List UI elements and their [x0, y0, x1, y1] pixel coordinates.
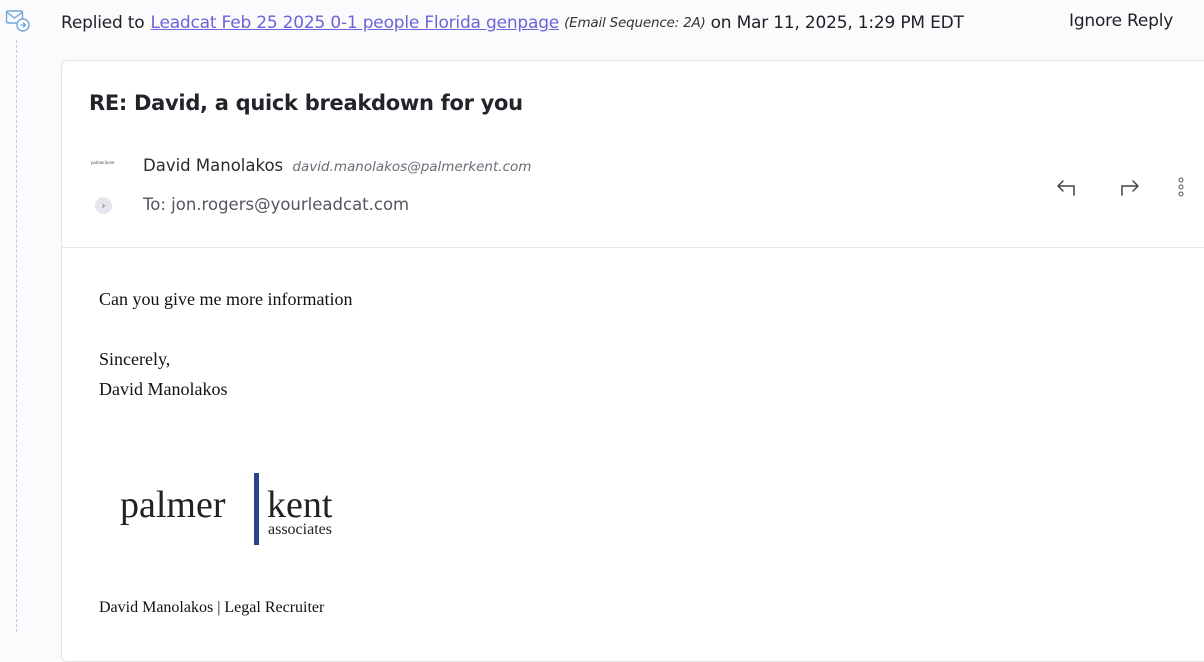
recipient-line: To: jon.rogers@yourleadcat.com	[143, 195, 410, 214]
more-vertical-icon[interactable]	[1168, 175, 1194, 201]
email-sequence-label: (Email Sequence: 2A)	[564, 15, 706, 31]
ignore-reply-button[interactable]: Ignore Reply	[1069, 11, 1173, 31]
signature-line: David Manolakos | Legal Recruiter	[99, 599, 325, 616]
chevron-right-icon: ›	[101, 199, 106, 212]
body-signoff: David Manolakos	[99, 379, 228, 399]
forward-icon[interactable]	[1116, 175, 1142, 201]
logo-subtitle: associates	[268, 521, 332, 538]
body-closing: Sincerely,	[99, 349, 171, 369]
expand-recipients-button[interactable]: ›	[95, 197, 112, 214]
campaign-link[interactable]: Leadcat Feb 25 2025 0-1 people Florida g…	[150, 13, 559, 33]
company-logo: palmer kent associates	[120, 471, 360, 551]
email-card: RE: David, a quick breakdown for you pal…	[61, 60, 1204, 662]
logo-word-left: palmer	[120, 484, 226, 526]
body-message: Can you give me more information	[99, 289, 353, 309]
header-divider	[62, 247, 1204, 248]
event-timestamp: on Mar 11, 2025, 1:29 PM EDT	[710, 13, 964, 33]
sender-name: David Manolakos	[143, 156, 284, 175]
email-subject: RE: David, a quick breakdown for you	[89, 91, 523, 115]
sender-email: david.manolakos@palmerkent.com	[292, 159, 532, 175]
reply-event-line: Replied to Leadcat Feb 25 2025 0-1 peopl…	[61, 11, 964, 35]
logo-divider-bar	[254, 473, 259, 545]
email-replied-icon	[5, 10, 30, 32]
timeline-line	[16, 40, 17, 632]
sender-line: David Manolakos david.manolakos@palmerke…	[143, 156, 531, 175]
sender-avatar-logo: palmer|kent	[91, 161, 115, 166]
event-prefix: Replied to	[61, 13, 145, 33]
reply-icon[interactable]	[1054, 175, 1080, 201]
